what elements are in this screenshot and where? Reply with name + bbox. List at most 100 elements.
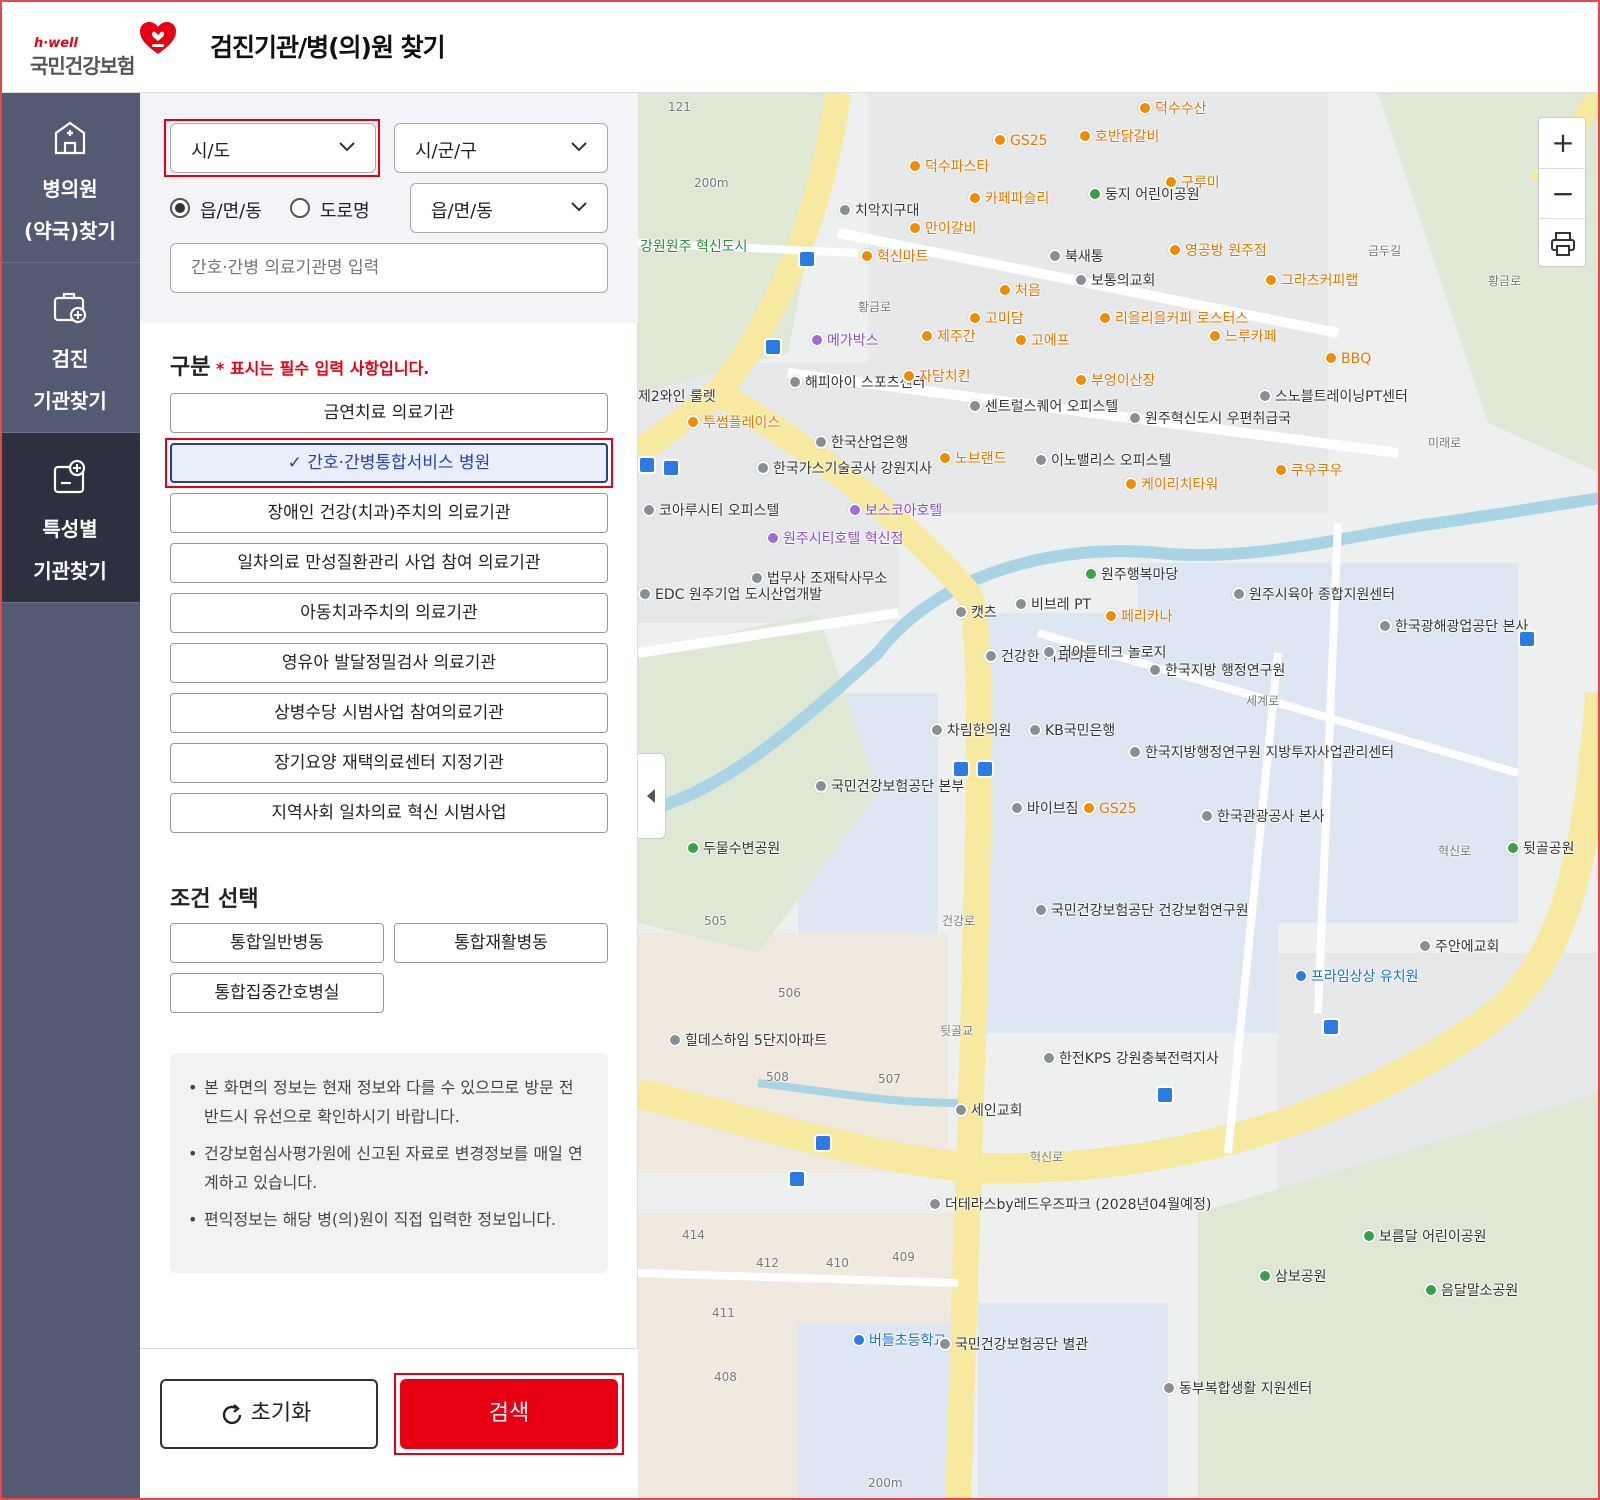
map-poi[interactable]: 원주시육아 종합지원센터 (1232, 587, 1395, 604)
nav-special-institution[interactable]: 특성별 기관찾기 (0, 433, 140, 603)
map-poi[interactable]: 부엉이산장 (1074, 373, 1155, 390)
map-poi[interactable]: 덕수파스타 (908, 159, 989, 176)
radio-dot-checked[interactable] (170, 198, 190, 218)
bus-stop-icon[interactable] (976, 760, 994, 778)
bus-stop-icon[interactable] (1156, 1086, 1174, 1104)
category-integrated-nursing-selected[interactable]: ✓ 간호·간병통합서비스 병원 (170, 443, 608, 483)
map-poi[interactable]: 페리카나 (1104, 609, 1173, 626)
map-poi[interactable]: EDC 원주기업 도시산업개발 (638, 587, 822, 604)
bus-stop-icon[interactable] (1518, 630, 1536, 648)
bus-stop-icon[interactable] (638, 456, 656, 474)
map-poi[interactable]: 이노밸리스 오피스텔 (1034, 453, 1171, 470)
map-poi[interactable]: 호반닭갈비 (1078, 129, 1159, 146)
map-poi[interactable]: 스노블트레이닝PT센터 (1258, 389, 1408, 406)
collapse-panel-button[interactable] (638, 753, 666, 839)
map-poi[interactable]: 쿠우쿠우 (1274, 463, 1343, 480)
map-poi[interactable]: 혁신마트 (860, 249, 929, 266)
map-poi[interactable]: 국민건강보험공단 본부 (814, 779, 964, 796)
sigungu-select[interactable]: 시/군/구 (394, 123, 608, 173)
map-poi[interactable]: 국민건강보험공단 건강보험연구원 (1034, 903, 1249, 920)
map-poi[interactable]: 힐데스하임 5단지아파트 (668, 1033, 827, 1050)
map-poi[interactable]: 한국지방 행정연구원 (1148, 663, 1285, 680)
map-poi[interactable]: 세인교회 (954, 1103, 1023, 1120)
bus-stop-icon[interactable] (798, 250, 816, 268)
dong-select[interactable]: 읍/면/동 (410, 183, 608, 233)
category-child-dental[interactable]: 아동치과주치의 의료기관 (170, 593, 608, 633)
map-poi[interactable]: 처음 (998, 283, 1041, 300)
map-poi[interactable]: 덕수수산 (1138, 101, 1207, 118)
nhis-logo[interactable]: h·well 국민건강보험 (30, 22, 180, 78)
bus-stop-icon[interactable] (788, 1170, 806, 1188)
category-smoking-cessation[interactable]: 금연치료 의료기관 (170, 393, 608, 433)
map-poi[interactable]: 바이브짐 (1010, 801, 1079, 818)
map-poi[interactable]: 버들초등학교 (852, 1333, 946, 1350)
map-poi[interactable]: 보스코아호텔 (848, 503, 942, 520)
map-poi[interactable]: 원주행복마당 (1084, 567, 1178, 584)
search-button[interactable]: 검색 (400, 1379, 618, 1449)
map-poi[interactable]: GS25 (1082, 801, 1137, 818)
map-poi[interactable]: KB국민은행 (1028, 723, 1115, 740)
map-poi[interactable]: 고에프 (1014, 333, 1070, 350)
map-poi[interactable]: 구루미 (1164, 175, 1220, 192)
map-poi[interactable]: 코아루시티 오피스텔 (642, 503, 779, 520)
map-poi[interactable]: 노브랜드 (938, 451, 1007, 468)
map-poi[interactable]: 메가박스 (810, 333, 879, 350)
zoom-out-button[interactable]: − (1539, 168, 1587, 218)
map-poi[interactable]: 카페파슬리 (968, 191, 1049, 208)
map-poi[interactable]: 영공방 원주점 (1168, 243, 1267, 260)
map-poi[interactable]: 차림한의원 (930, 723, 1011, 740)
map-poi[interactable]: 고미담 (968, 311, 1024, 328)
category-community-primary-care[interactable]: 지역사회 일차의료 혁신 시범사업 (170, 793, 608, 833)
radio-road-name[interactable]: 도로명 (290, 197, 380, 222)
radio-dot-unchecked[interactable] (290, 198, 310, 218)
map-poi[interactable]: 비브레 PT (1014, 597, 1091, 614)
map-poi[interactable]: 보통의교회 (1074, 273, 1155, 290)
map-poi[interactable]: 투썸플레이스 (686, 415, 780, 432)
map-poi[interactable]: 만이갈비 (908, 221, 977, 238)
radio-eupmyeondong[interactable]: 읍/면/동 (170, 197, 270, 222)
category-sickness-allowance[interactable]: 상병수당 시범사업 참여의료기관 (170, 693, 608, 733)
nav-checkup-institution[interactable]: 검진 기관찾기 (0, 263, 140, 433)
bus-stop-icon[interactable] (952, 760, 970, 778)
zoom-in-button[interactable]: + (1539, 118, 1587, 168)
map-poi[interactable]: 더테라스by레드우즈파크 (2028년04월예정) (928, 1197, 1211, 1214)
map-poi[interactable]: 한국관광공사 본사 (1200, 809, 1325, 826)
map-poi[interactable]: 한전KPS 강원충북전력지사 (1042, 1051, 1219, 1068)
map-poi[interactable]: 원주시티호텔 혁신점 (766, 531, 903, 548)
map-poi[interactable]: 러아튼테크 놀로지 (1042, 645, 1167, 662)
map-poi[interactable]: 뒷골공원 (1506, 841, 1575, 858)
condition-rehab-ward[interactable]: 통합재활병동 (394, 923, 608, 963)
category-disabled-dental[interactable]: 장애인 건강(치과)주치의 의료기관 (170, 493, 608, 533)
category-chronic-disease[interactable]: 일차의료 만성질환관리 사업 참여 의료기관 (170, 543, 608, 583)
map-poi[interactable]: GS25 (993, 133, 1048, 150)
condition-intensive-ward[interactable]: 통합집중간호병실 (170, 973, 384, 1013)
map-poi[interactable]: BBQ (1324, 351, 1371, 368)
map-poi[interactable]: 주안에교회 (1418, 939, 1499, 956)
print-button[interactable] (1539, 218, 1587, 268)
map-view[interactable]: + − 121 200m 덕수수산 GS25 호반닭갈비 덕수파스타 카페파슬리… (638, 93, 1600, 1500)
nav-hospital-pharmacy[interactable]: 병의원 (약국)찾기 (0, 93, 140, 263)
bus-stop-icon[interactable] (814, 1134, 832, 1152)
map-poi[interactable]: 케이리치타워 (1124, 477, 1218, 494)
map-poi[interactable]: 삼보공원 (1258, 1269, 1327, 1286)
sido-select[interactable]: 시/도 (170, 123, 376, 173)
bus-stop-icon[interactable] (764, 338, 782, 356)
map-poi[interactable]: 원주혁신도시 우편취급국 (1128, 411, 1291, 428)
map-poi[interactable]: 동부복합생활 지원센터 (1162, 1381, 1312, 1398)
map-poi[interactable]: 보름달 어린이공원 (1362, 1229, 1487, 1246)
reset-button[interactable]: 초기화 (160, 1379, 378, 1449)
map-poi[interactable]: 제주간 (920, 329, 976, 346)
condition-general-ward[interactable]: 통합일반병동 (170, 923, 384, 963)
map-poi[interactable]: 한국지방행정연구원 지방투자사업관리센터 (1128, 745, 1394, 762)
category-home-care[interactable]: 장기요양 재택의료센터 지정기관 (170, 743, 608, 783)
map-poi[interactable]: 한국가스기술공사 강원지사 (756, 461, 932, 478)
map-poi[interactable]: 자담치킨 (902, 369, 971, 386)
bus-stop-icon[interactable] (1322, 1018, 1340, 1036)
map-poi[interactable]: 제2와인 룰렛 (638, 389, 716, 406)
map-poi[interactable]: 캣츠 (954, 605, 997, 622)
map-poi[interactable]: 해피아이 스포츠센터 (788, 375, 925, 392)
map-poi[interactable]: 음달말소공원 (1424, 1283, 1518, 1300)
map-poi[interactable]: 한국산업은행 (814, 435, 908, 452)
map-poi[interactable]: 국민건강보험공단 별관 (938, 1337, 1088, 1354)
map-poi[interactable]: 프라임상상 유치원 (1294, 969, 1419, 986)
